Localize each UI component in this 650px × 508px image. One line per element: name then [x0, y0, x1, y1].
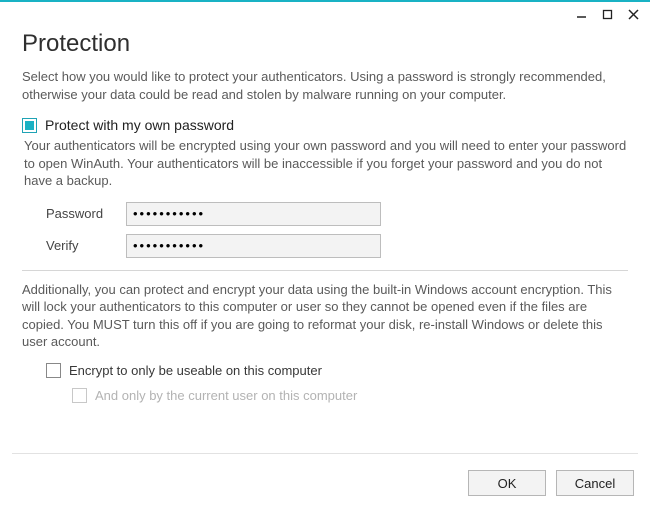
- encrypt-computer-row: Encrypt to only be useable on this compu…: [22, 363, 628, 378]
- titlebar: [0, 0, 650, 26]
- intro-text: Select how you would like to protect you…: [22, 68, 628, 103]
- ok-button[interactable]: OK: [468, 470, 546, 496]
- maximize-button[interactable]: [596, 5, 618, 23]
- verify-input[interactable]: [126, 234, 381, 258]
- minimize-button[interactable]: [570, 5, 592, 23]
- page-title: Protection: [22, 30, 628, 58]
- close-icon: [628, 9, 639, 20]
- encrypt-user-checkbox: [72, 388, 87, 403]
- maximize-icon: [602, 9, 613, 20]
- checkbox-checked-icon: [25, 121, 34, 130]
- protect-password-row: Protect with my own password: [22, 117, 628, 133]
- protect-password-label: Protect with my own password: [45, 117, 234, 133]
- cancel-button[interactable]: Cancel: [556, 470, 634, 496]
- verify-row: Verify: [22, 234, 628, 258]
- password-input[interactable]: [126, 202, 381, 226]
- encrypt-computer-checkbox[interactable]: [46, 363, 61, 378]
- password-row: Password: [22, 202, 628, 226]
- protect-password-checkbox[interactable]: [22, 118, 37, 133]
- dialog-footer: OK Cancel: [468, 470, 634, 496]
- protect-password-description: Your authenticators will be encrypted us…: [22, 137, 628, 190]
- content-area: Protection Select how you would like to …: [0, 26, 650, 403]
- minimize-icon: [576, 9, 587, 20]
- close-button[interactable]: [622, 5, 644, 23]
- encrypt-intro: Additionally, you can protect and encryp…: [22, 281, 628, 351]
- verify-label: Verify: [46, 238, 126, 253]
- password-label: Password: [46, 206, 126, 221]
- section-divider: [22, 270, 628, 271]
- encrypt-user-row: And only by the current user on this com…: [22, 388, 628, 403]
- protection-dialog: Protection Select how you would like to …: [0, 0, 650, 508]
- footer-divider: [12, 453, 638, 454]
- encrypt-computer-label: Encrypt to only be useable on this compu…: [69, 363, 322, 378]
- encrypt-user-label: And only by the current user on this com…: [95, 388, 357, 403]
